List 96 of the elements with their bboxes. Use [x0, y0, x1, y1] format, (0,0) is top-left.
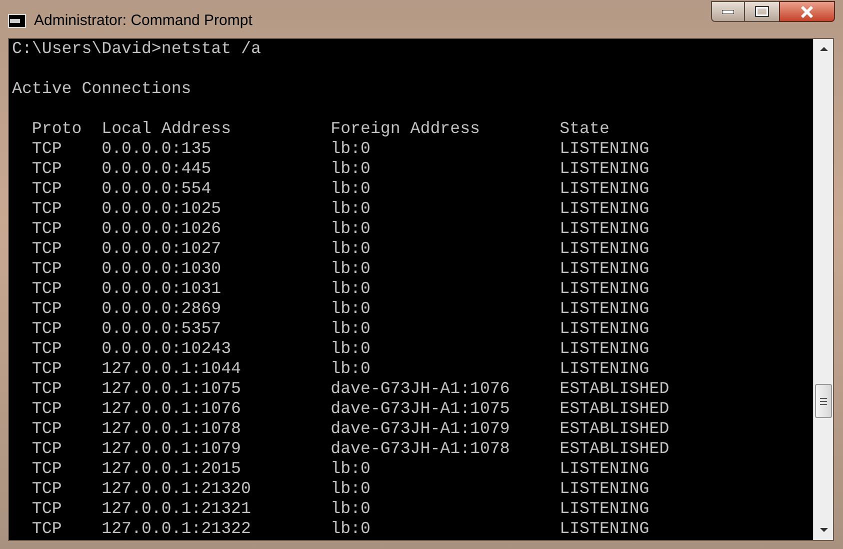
output-text: 127.0.0.1:2015 [102, 459, 242, 478]
output-text: 127.0.0.1:21322 [102, 519, 251, 538]
output-text: lb:0 [330, 339, 370, 358]
output-text: 0.0.0.0:1025 [102, 199, 222, 218]
output-text: 0.0.0.0:135 [102, 139, 212, 158]
output-text: 127.0.0.1:21320 [102, 479, 251, 498]
close-button[interactable] [779, 1, 835, 22]
output-text: lb:0 [330, 259, 370, 278]
output-text: ESTABLISHED [560, 399, 670, 418]
output-text: 0.0.0.0:1026 [102, 219, 222, 238]
output-text: 127.0.0.1:1044 [102, 359, 242, 378]
output-text: lb:0 [330, 279, 370, 298]
column-header: Local Address [102, 119, 232, 138]
output-text: TCP [32, 419, 62, 438]
output-text: 0.0.0.0:1027 [102, 239, 222, 258]
output-text: 127.0.0.1:1078 [102, 419, 242, 438]
output-text: 0.0.0.0:5357 [102, 319, 222, 338]
scrollbar[interactable] [813, 39, 833, 540]
output-text: ESTABLISHED [560, 439, 670, 458]
output-text: dave-G73JH-A1:1079 [330, 419, 510, 438]
section-heading: Active Connections [12, 79, 192, 98]
output-text: 0.0.0.0:2869 [102, 299, 222, 318]
output-text: LISTENING [560, 279, 650, 298]
output-text: TCP [32, 319, 62, 338]
output-text: LISTENING [560, 499, 650, 518]
output-text: lb:0 [330, 299, 370, 318]
output-text: TCP [32, 459, 62, 478]
output-text: TCP [32, 519, 62, 538]
output-text: 0.0.0.0:445 [102, 159, 212, 178]
output-text: LISTENING [560, 299, 650, 318]
window-title: Administrator: Command Prompt [34, 11, 252, 31]
output-text: 0.0.0.0:554 [102, 179, 212, 198]
output-text: TCP [32, 339, 62, 358]
output-text: LISTENING [560, 259, 650, 278]
output-text: 127.0.0.1:1075 [102, 379, 242, 398]
output-text: lb:0 [330, 459, 370, 478]
output-text: LISTENING [560, 139, 650, 158]
output-text: TCP [32, 379, 62, 398]
output-text: dave-G73JH-A1:1078 [330, 439, 510, 458]
output-text: LISTENING [560, 479, 650, 498]
output-text: lb:0 [330, 499, 370, 518]
output-text: lb:0 [330, 139, 370, 158]
output-text: TCP [32, 239, 62, 258]
output-text: lb:0 [330, 479, 370, 498]
output-text: lb:0 [330, 519, 370, 538]
output-text: LISTENING [560, 239, 650, 258]
output-text: TCP [32, 179, 62, 198]
output-text: lb:0 [330, 219, 370, 238]
console-app-icon [8, 14, 26, 28]
maximize-button[interactable] [745, 1, 779, 22]
output-text: TCP [32, 299, 62, 318]
output-text: lb:0 [330, 239, 370, 258]
column-header: Foreign Address [330, 119, 480, 138]
output-text: dave-G73JH-A1:1075 [330, 399, 510, 418]
output-text: dave-G73JH-A1:1076 [330, 379, 510, 398]
output-text: ESTABLISHED [560, 419, 670, 438]
output-text: 0.0.0.0:1030 [102, 259, 222, 278]
scroll-thumb[interactable] [815, 384, 832, 418]
output-text: LISTENING [560, 159, 650, 178]
output-text: ESTABLISHED [560, 379, 670, 398]
output-text: TCP [32, 399, 62, 418]
column-header: Proto [32, 119, 82, 138]
output-text: lb:0 [330, 179, 370, 198]
column-header: State [560, 119, 610, 138]
output-text: LISTENING [560, 179, 650, 198]
output-text: lb:0 [330, 199, 370, 218]
output-text: LISTENING [560, 339, 650, 358]
output-text: lb:0 [330, 319, 370, 338]
output-text: 127.0.0.1:1079 [102, 439, 242, 458]
minimize-button[interactable] [711, 1, 745, 22]
output-text: TCP [32, 159, 62, 178]
output-text: LISTENING [560, 319, 650, 338]
output-text: 127.0.0.1:1076 [102, 399, 242, 418]
command-line: C:\Users\David>netstat /a [12, 39, 261, 58]
output-text: lb:0 [330, 359, 370, 378]
output-text: TCP [32, 479, 62, 498]
output-text: 0.0.0.0:10243 [102, 339, 232, 358]
output-text: TCP [32, 359, 62, 378]
output-text: LISTENING [560, 359, 650, 378]
output-text: TCP [32, 499, 62, 518]
output-text: lb:0 [330, 159, 370, 178]
output-text: 0.0.0.0:1031 [102, 279, 222, 298]
output-text: TCP [32, 219, 62, 238]
output-text: TCP [32, 199, 62, 218]
output-text: LISTENING [560, 459, 650, 478]
output-text: 127.0.0.1:21321 [102, 499, 251, 518]
output-text: LISTENING [560, 199, 650, 218]
output-text: TCP [32, 279, 62, 298]
maximize-icon [755, 6, 769, 17]
minimize-icon [722, 10, 734, 14]
output-text: LISTENING [560, 519, 650, 538]
output-text: TCP [32, 259, 62, 278]
output-text: LISTENING [560, 219, 650, 238]
output-text: TCP [32, 139, 62, 158]
close-icon [800, 6, 814, 18]
output-text: TCP [32, 439, 62, 458]
